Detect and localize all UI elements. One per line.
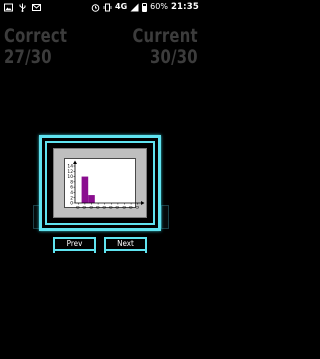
next-button[interactable]: Next (104, 237, 147, 251)
histogram-bar (81, 176, 89, 203)
x-tick-label: 0 (122, 206, 127, 209)
y-tick-label: 4 (70, 190, 73, 196)
x-tick-label: 0 (135, 206, 140, 209)
battery-icon (142, 2, 148, 12)
battery-percent: 60% (150, 2, 168, 11)
current-score: Current 30/30 (133, 26, 198, 68)
y-tick-label: 0 (70, 201, 73, 207)
alarm-icon (91, 3, 100, 12)
next-button-stub (145, 251, 147, 253)
histogram-chart: 14 12 10 8 6 4 2 0 0 0 0 0 0 0 0 0 0 0 (64, 158, 145, 209)
x-tick-label: 0 (102, 206, 107, 209)
y-tick-label: 2 (70, 195, 73, 201)
y-tick-label: 10 (67, 174, 73, 180)
prev-button[interactable]: Prev (53, 237, 96, 251)
mail-icon (32, 3, 41, 11)
correct-score: Correct 27/30 (4, 26, 67, 68)
question-card-panel: 14 12 10 8 6 4 2 0 0 0 0 0 0 0 0 0 0 0 (53, 148, 147, 218)
y-axis-arrow (73, 160, 77, 164)
next-button-stub (104, 251, 106, 253)
correct-label: Correct (4, 25, 68, 47)
x-tick-label: 0 (115, 206, 120, 209)
x-tick-label: 0 (109, 206, 114, 209)
image-icon (4, 3, 13, 11)
correct-value: 27/30 (4, 46, 52, 68)
prev-button-stub (53, 251, 55, 253)
y-tick-label: 8 (70, 179, 73, 185)
usb-icon (19, 3, 26, 12)
next-card-edge (161, 205, 169, 229)
x-tick-label: 0 (82, 206, 87, 209)
signal-icon (130, 3, 139, 11)
x-tick-label: 0 (76, 206, 81, 209)
vibrate-icon (103, 3, 112, 11)
x-axis-arrow (141, 201, 145, 205)
histogram-bar (88, 195, 95, 203)
current-label: Current (132, 25, 198, 47)
network-type: 4G (115, 2, 128, 11)
status-bar: 4G 60% 21:35 (0, 0, 202, 14)
status-bar-right: 4G 60% 21:35 (91, 0, 199, 14)
x-tick-label: 0 (128, 206, 133, 209)
y-tick-label: 6 (70, 185, 73, 191)
prev-button-stub (94, 251, 96, 253)
x-tick-label: 0 (95, 206, 100, 209)
question-card[interactable]: 14 12 10 8 6 4 2 0 0 0 0 0 0 0 0 0 0 0 (39, 135, 161, 231)
x-tick-label: 0 (89, 206, 94, 209)
y-tick-label: 12 (67, 169, 73, 175)
current-value: 30/30 (150, 46, 198, 68)
histogram-svg: 141210864200 0 0 0 0 0 0 0 0 0 (67, 160, 145, 209)
status-bar-left (4, 0, 41, 14)
question-card-inner-border: 14 12 10 8 6 4 2 0 0 0 0 0 0 0 0 0 0 0 (45, 141, 155, 225)
y-tick-label: 14 (67, 164, 73, 170)
clock-time: 21:35 (170, 2, 199, 12)
